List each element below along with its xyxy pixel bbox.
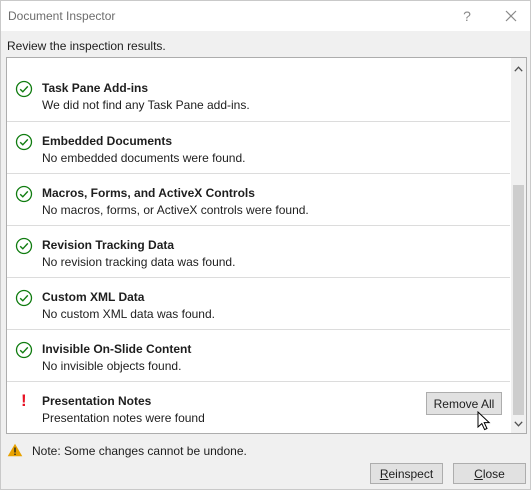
result-description: Presentation notes were found <box>42 411 205 425</box>
result-description: No embedded documents were found. <box>42 151 246 165</box>
result-title: Presentation Notes <box>42 394 152 408</box>
check-circle-icon <box>15 341 33 359</box>
mouse-pointer-icon <box>477 411 491 431</box>
reinspect-label: einspect <box>388 466 434 481</box>
scroll-up-button[interactable] <box>511 60 526 78</box>
help-icon: ? <box>463 8 471 24</box>
close-button[interactable]: Close <box>453 463 526 484</box>
note-text: Note: Some changes cannot be undone. <box>32 444 247 458</box>
check-circle-icon <box>15 185 33 203</box>
result-title: Macros, Forms, and ActiveX Controls <box>42 186 255 200</box>
chevron-down-icon <box>514 421 523 427</box>
reinspect-button[interactable]: Reinspect <box>370 463 443 484</box>
result-row-custom-xml: Custom XML Data No custom XML data was f… <box>7 277 510 329</box>
exclamation-icon: ! <box>21 391 27 410</box>
help-button[interactable]: ? <box>453 4 481 28</box>
results-list: Task Pane Add-ins We did not find any Ta… <box>7 69 510 433</box>
result-description: We did not find any Task Pane add-ins. <box>42 98 250 112</box>
document-inspector-dialog: Document Inspector ? Review the inspecti… <box>0 0 531 490</box>
reinspect-accelerator: R <box>379 466 389 481</box>
instructions-text: Review the inspection results. <box>7 39 166 53</box>
result-description: No custom XML data was found. <box>42 307 215 321</box>
result-description: No revision tracking data was found. <box>42 255 236 269</box>
result-title: Invisible On-Slide Content <box>42 342 192 356</box>
result-description: No macros, forms, or ActiveX controls we… <box>42 203 309 217</box>
result-title: Embedded Documents <box>42 134 173 148</box>
close-icon <box>505 10 517 22</box>
window-close-button[interactable] <box>497 4 525 28</box>
result-title: Task Pane Add-ins <box>42 81 149 95</box>
result-row-macros-forms-activex: Macros, Forms, and ActiveX Controls No m… <box>7 173 510 225</box>
result-row-invisible-content: Invisible On-Slide Content No invisible … <box>7 329 510 381</box>
result-title: Custom XML Data <box>42 290 145 304</box>
check-circle-icon <box>15 80 33 98</box>
chevron-up-icon <box>514 66 523 72</box>
result-description: No invisible objects found. <box>42 359 182 373</box>
close-accelerator: C <box>474 466 483 481</box>
results-panel: Task Pane Add-ins We did not find any Ta… <box>6 57 527 434</box>
check-circle-icon <box>15 237 33 255</box>
title-bar: Document Inspector ? <box>1 1 530 31</box>
close-label: lose <box>482 466 505 481</box>
warning-triangle-icon <box>7 443 23 457</box>
result-row-task-pane-addins: Task Pane Add-ins We did not find any Ta… <box>7 69 510 121</box>
check-circle-icon <box>15 133 33 151</box>
result-row-embedded-documents: Embedded Documents No embedded documents… <box>7 121 510 173</box>
result-title: Revision Tracking Data <box>42 238 175 252</box>
scroll-down-button[interactable] <box>511 415 526 433</box>
check-circle-icon <box>15 289 33 307</box>
scroll-thumb[interactable] <box>513 185 524 415</box>
result-row-presentation-notes: ! Presentation Notes Presentation notes … <box>7 381 510 433</box>
dialog-title: Document Inspector <box>8 9 116 23</box>
vertical-scrollbar[interactable] <box>511 58 526 433</box>
result-row-revision-tracking: Revision Tracking Data No revision track… <box>7 225 510 277</box>
